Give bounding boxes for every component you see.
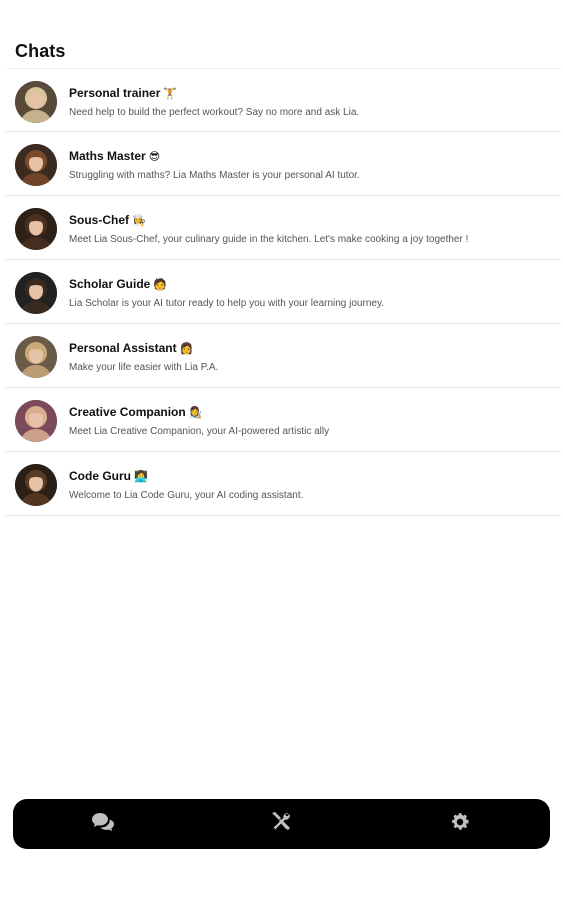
chat-name-label: Personal trainer	[69, 86, 161, 100]
chat-name-label: Personal Assistant	[69, 341, 177, 355]
chat-row-personal-trainer[interactable]: Personal trainer 🏋️ Need help to build the…	[5, 68, 561, 132]
chat-name-label: Maths Master	[69, 149, 146, 163]
chat-emoji-icon: 👩‍🍳	[132, 215, 146, 227]
bottom-nav-bar	[13, 799, 550, 849]
chat-row-sous-chef[interactable]: Sous-Chef 👩‍🍳 Meet Lia Sous-Chef, your cul…	[5, 196, 561, 260]
chat-name: Creative Companion 👩‍🎨	[69, 404, 551, 421]
chat-bubbles-icon	[91, 812, 115, 837]
chat-emoji-icon: 👩‍🎨	[188, 407, 203, 419]
avatar-blonde-woman	[15, 81, 57, 123]
chat-description: Welcome to Lia Code Guru, your AI coding…	[69, 490, 304, 501]
chat-description: Lia Scholar is your AI tutor ready to he…	[69, 298, 384, 309]
chat-name: Maths Master 😎	[69, 148, 551, 165]
chat-description: Make your life easier with Lia P.A.	[69, 362, 219, 373]
chat-name-label: Scholar Guide	[69, 277, 151, 291]
chat-text-block: Scholar Guide 🧑 Lia Scholar is your AI tut…	[69, 276, 551, 311]
avatar-pink-woman	[15, 400, 57, 442]
chat-row-code-guru[interactable]: Code Guru 👩‍💻 Welcome to Lia Code Guru, yo…	[5, 452, 561, 516]
nav-settings-button[interactable]	[430, 799, 490, 849]
avatar-brunette-woman	[15, 208, 57, 250]
avatar-blonde-woman-2	[15, 336, 57, 378]
chat-name-label: Sous-Chef	[69, 213, 129, 227]
chat-text-block: Sous-Chef 👩‍🍳 Meet Lia Sous-Chef, your cul…	[69, 212, 551, 247]
chat-row-scholar-guide[interactable]: Scholar Guide 🧑 Lia Scholar is your AI tut…	[5, 260, 561, 324]
page-title: Chats	[15, 41, 66, 61]
avatar-auburn-woman	[15, 144, 57, 186]
chat-name-label: Code Guru	[69, 469, 131, 483]
chat-text-block: Code Guru 👩‍💻 Welcome to Lia Code Guru, yo…	[69, 468, 551, 503]
chat-emoji-icon: 🧑	[153, 279, 168, 291]
chat-row-personal-assistant[interactable]: Personal Assistant 👩 Make your life easier…	[5, 324, 561, 388]
avatar-coder-woman	[15, 464, 57, 506]
gear-icon	[449, 811, 471, 838]
chat-row-maths-master[interactable]: Maths Master 😎 Struggling with maths? Lia …	[5, 132, 561, 196]
chat-name: Personal Assistant 👩	[69, 340, 551, 357]
nav-tools-button[interactable]	[251, 799, 311, 849]
chat-emoji-icon: 👩	[179, 343, 194, 355]
chat-description: Struggling with maths? Lia Maths Master …	[69, 170, 360, 181]
chat-name: Code Guru 👩‍💻	[69, 468, 551, 485]
chat-emoji-icon: 👩‍💻	[134, 471, 148, 483]
chat-text-block: Personal Assistant 👩 Make your life easier…	[69, 340, 551, 375]
app-root: Chats Personal trainer 🏋️ Need help to bui…	[0, 0, 563, 900]
avatar-dark-woman	[15, 272, 57, 314]
chat-text-block: Personal trainer 🏋️ Need help to build the…	[69, 85, 551, 120]
nav-chats-button[interactable]	[73, 799, 133, 849]
chat-name-label: Creative Companion	[69, 405, 186, 419]
tools-icon	[269, 810, 293, 839]
chat-description: Meet Lia Creative Companion, your AI-pow…	[69, 426, 330, 437]
chat-emoji-icon: 😎	[148, 151, 161, 163]
chat-text-block: Creative Companion 👩‍🎨 Meet Lia Creative C…	[69, 404, 551, 439]
chat-emoji-icon: 🏋️	[163, 88, 178, 100]
chat-description: Meet Lia Sous-Chef, your culinary guide …	[69, 234, 469, 245]
chat-list: Personal trainer 🏋️ Need help to build the…	[5, 68, 561, 516]
chat-name: Sous-Chef 👩‍🍳	[69, 212, 551, 229]
chat-row-creative-companion[interactable]: Creative Companion 👩‍🎨 Meet Lia Creative C…	[5, 388, 561, 452]
chat-name: Personal trainer 🏋️	[69, 85, 551, 102]
chat-text-block: Maths Master 😎 Struggling with maths? Lia …	[69, 148, 551, 183]
chat-name: Scholar Guide 🧑	[69, 276, 551, 293]
chat-description: Need help to build the perfect workout? …	[69, 107, 360, 118]
